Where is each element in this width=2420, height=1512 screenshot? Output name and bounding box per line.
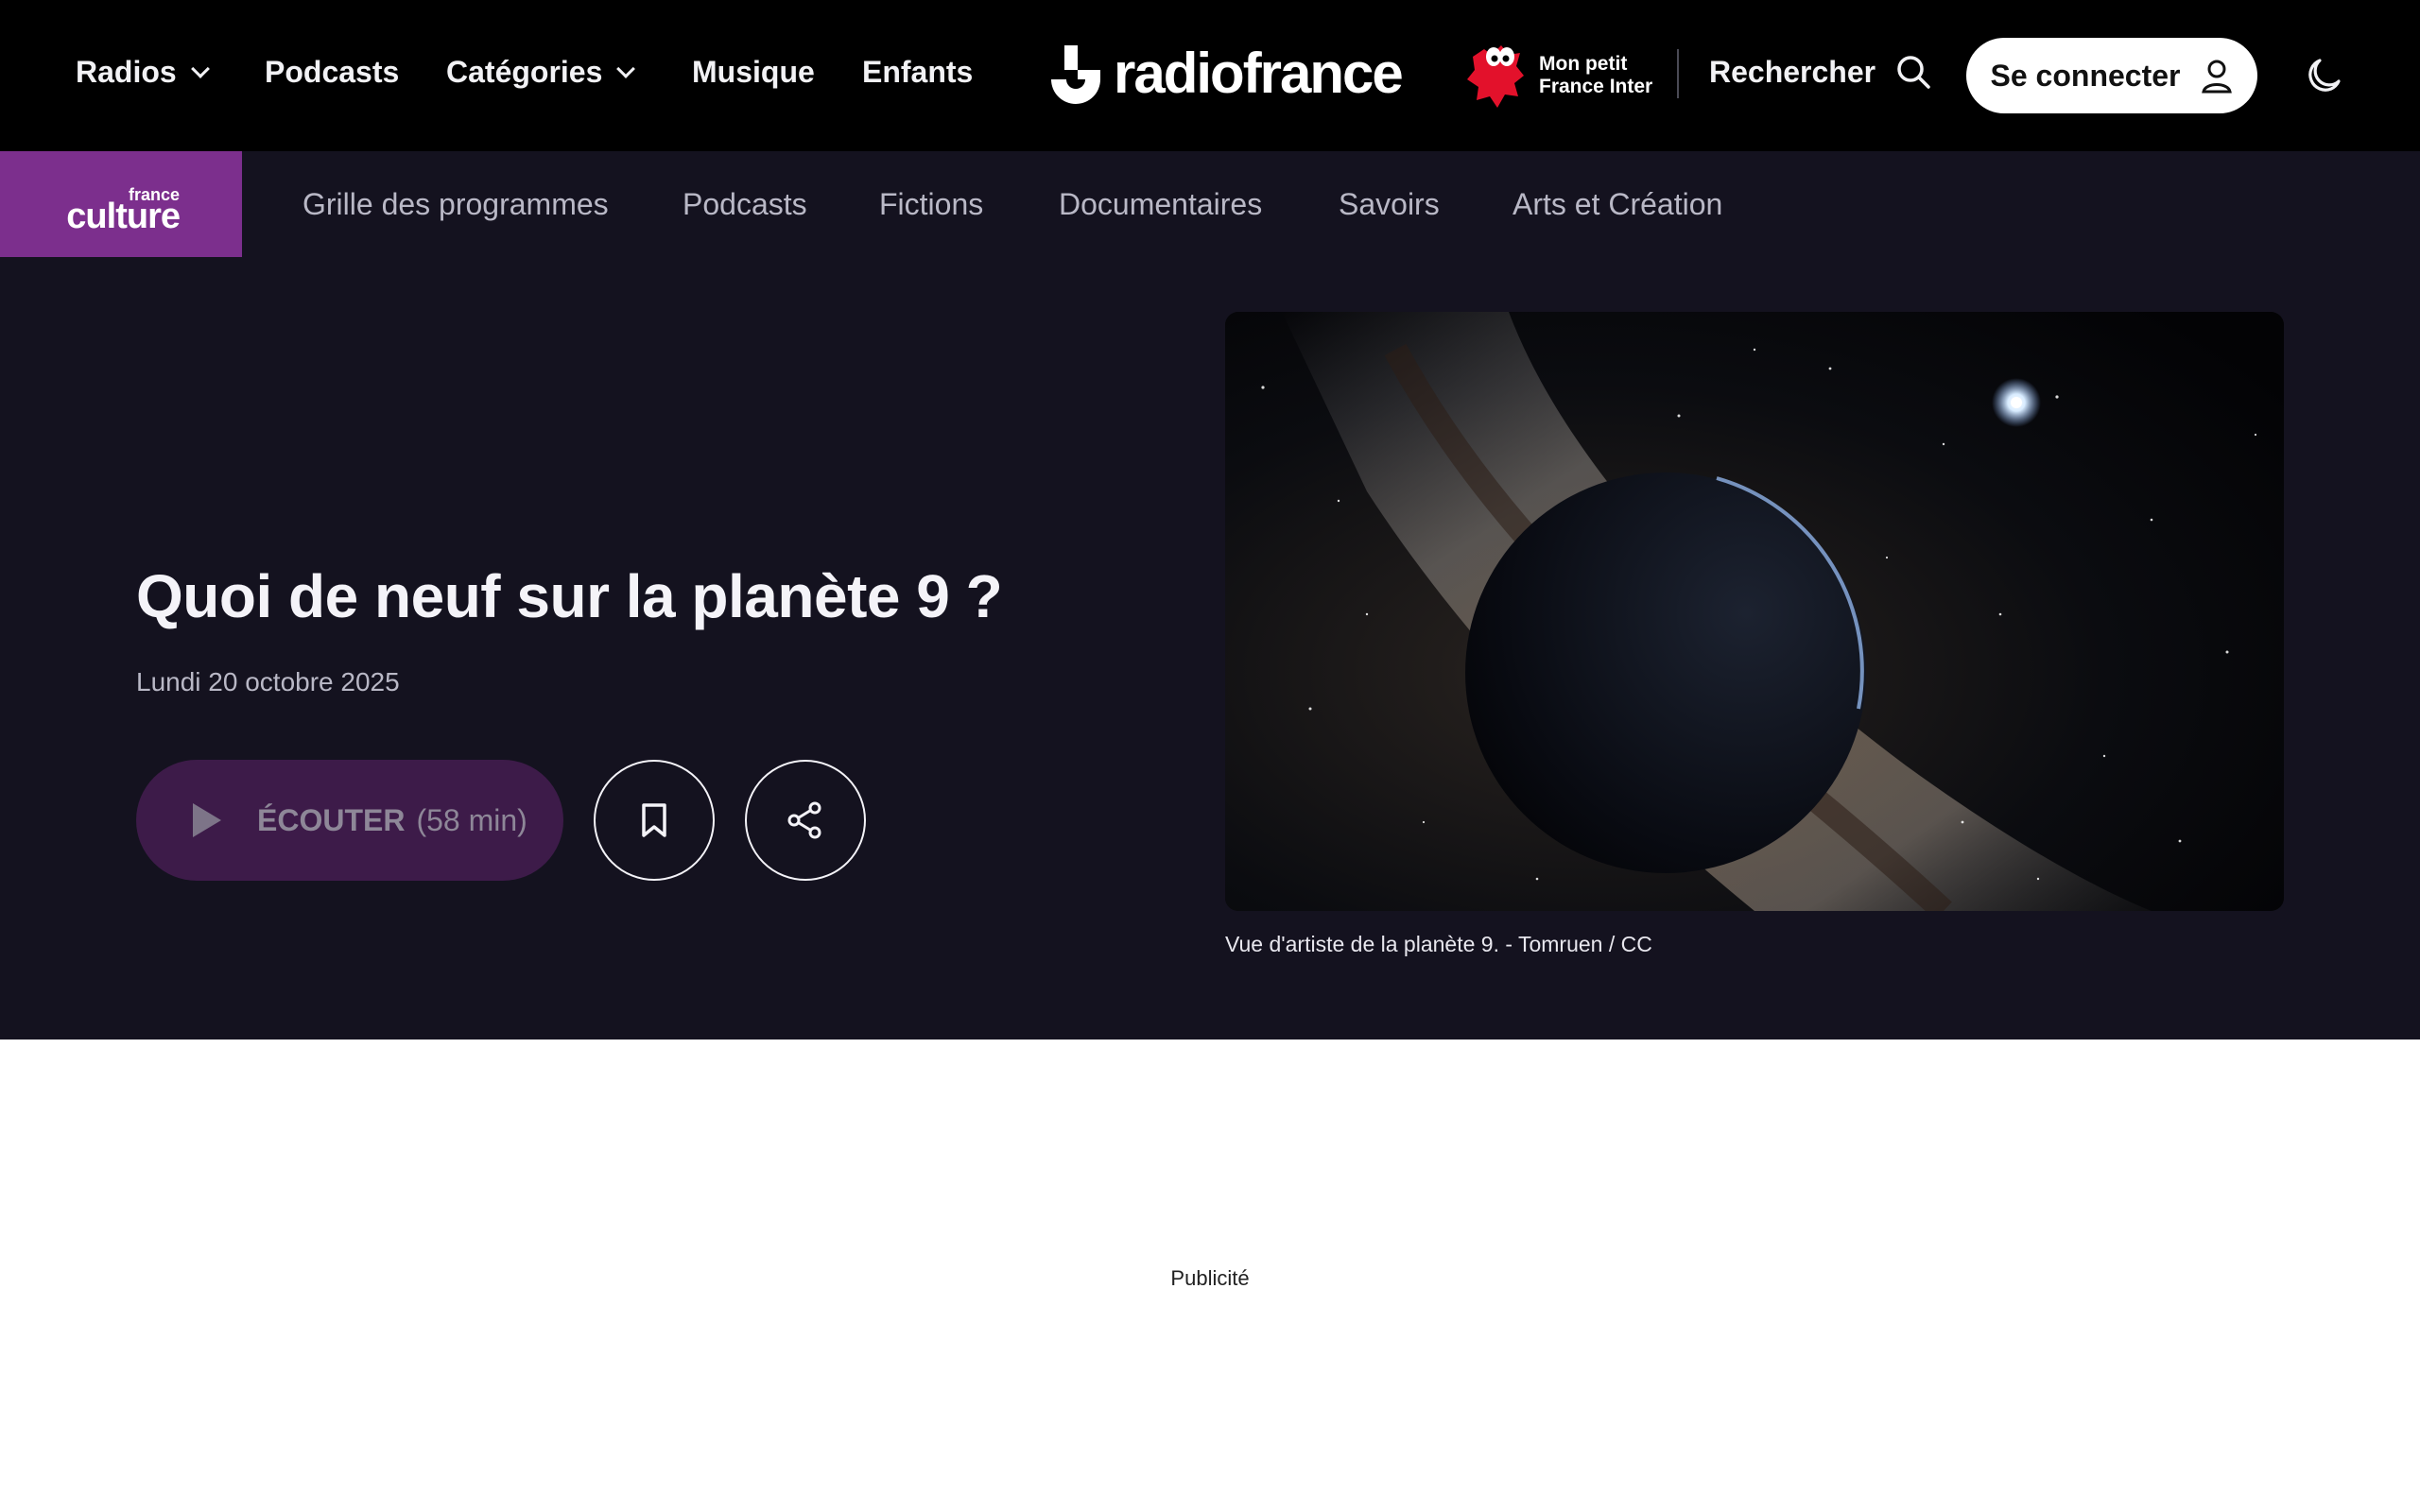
mpfi-line2: France Inter	[1539, 76, 1653, 97]
top-navigation-bar: Radios Podcasts Catégories Musique Enfan…	[0, 0, 2420, 151]
bookmark-icon	[642, 803, 666, 837]
nav-podcasts[interactable]: Podcasts	[265, 55, 399, 90]
planet-illustration	[1225, 312, 2284, 911]
login-button[interactable]: Se connecter	[1966, 38, 2257, 113]
listen-button[interactable]: ÉCOUTER (58 min)	[136, 760, 563, 881]
listen-duration: (58 min)	[416, 802, 527, 837]
nav-musique-label: Musique	[692, 55, 815, 89]
nav-enfants-label: Enfants	[862, 55, 974, 89]
france-culture-logo-big: culture	[66, 197, 181, 236]
subnav-grille[interactable]: Grille des programmes	[302, 187, 609, 222]
france-culture-logo[interactable]: france culture	[0, 151, 242, 257]
mpfi-line1: Mon petit	[1539, 53, 1628, 75]
image-caption: Vue d'artiste de la planète 9. - Tomruen…	[1225, 932, 1652, 956]
station-navigation: france culture Grille des programmes Pod…	[0, 151, 2420, 257]
listen-label: ÉCOUTER	[257, 802, 406, 837]
subnav-arts-creation[interactable]: Arts et Création	[1512, 187, 1722, 222]
ad-label: Publicité	[1170, 1266, 1250, 1290]
nav-categories[interactable]: Catégories	[446, 55, 636, 90]
moon-icon	[2308, 59, 2341, 92]
episode-date: Lundi 20 octobre 2025	[136, 667, 400, 696]
bookmark-button[interactable]	[594, 760, 715, 881]
search-icon	[1897, 56, 1930, 89]
mpfi-label: Mon petit France Inter	[1539, 53, 1652, 98]
radiofrance-mark-icon	[1051, 45, 1100, 104]
nav-radios[interactable]: Radios	[76, 55, 210, 90]
user-icon	[2202, 60, 2233, 94]
episode-image	[1225, 312, 2284, 911]
episode-hero: Quoi de neuf sur la planète 9 ? Lundi 20…	[0, 257, 2420, 1040]
subnav-savoirs[interactable]: Savoirs	[1339, 187, 1440, 222]
nav-musique[interactable]: Musique	[692, 55, 815, 90]
subnav-podcasts[interactable]: Podcasts	[683, 187, 807, 222]
radiofrance-logo[interactable]: radiofrance	[1047, 41, 1404, 110]
nav-podcasts-label: Podcasts	[265, 55, 400, 89]
nav-enfants[interactable]: Enfants	[862, 55, 973, 90]
chevron-down-icon	[616, 59, 636, 78]
mascot-icon	[1467, 45, 1524, 108]
search-button[interactable]: Rechercher	[1709, 53, 1932, 91]
nav-categories-label: Catégories	[446, 55, 603, 89]
theme-toggle-button[interactable]	[2301, 53, 2346, 98]
login-label: Se connecter	[1990, 58, 2181, 93]
episode-title: Quoi de neuf sur la planète 9 ?	[136, 562, 1003, 630]
share-button[interactable]	[745, 760, 866, 881]
divider	[1677, 49, 1679, 98]
subnav-documentaires[interactable]: Documentaires	[1059, 187, 1262, 222]
mon-petit-france-inter-link[interactable]: Mon petit France Inter	[1463, 40, 1652, 112]
play-icon	[193, 803, 221, 837]
nav-radios-label: Radios	[76, 55, 177, 89]
chevron-down-icon	[190, 59, 210, 78]
subnav-fictions[interactable]: Fictions	[879, 187, 983, 222]
search-label: Rechercher	[1709, 54, 1876, 89]
share-icon	[787, 801, 821, 839]
radiofrance-logo-text: radiofrance	[1114, 41, 1404, 105]
